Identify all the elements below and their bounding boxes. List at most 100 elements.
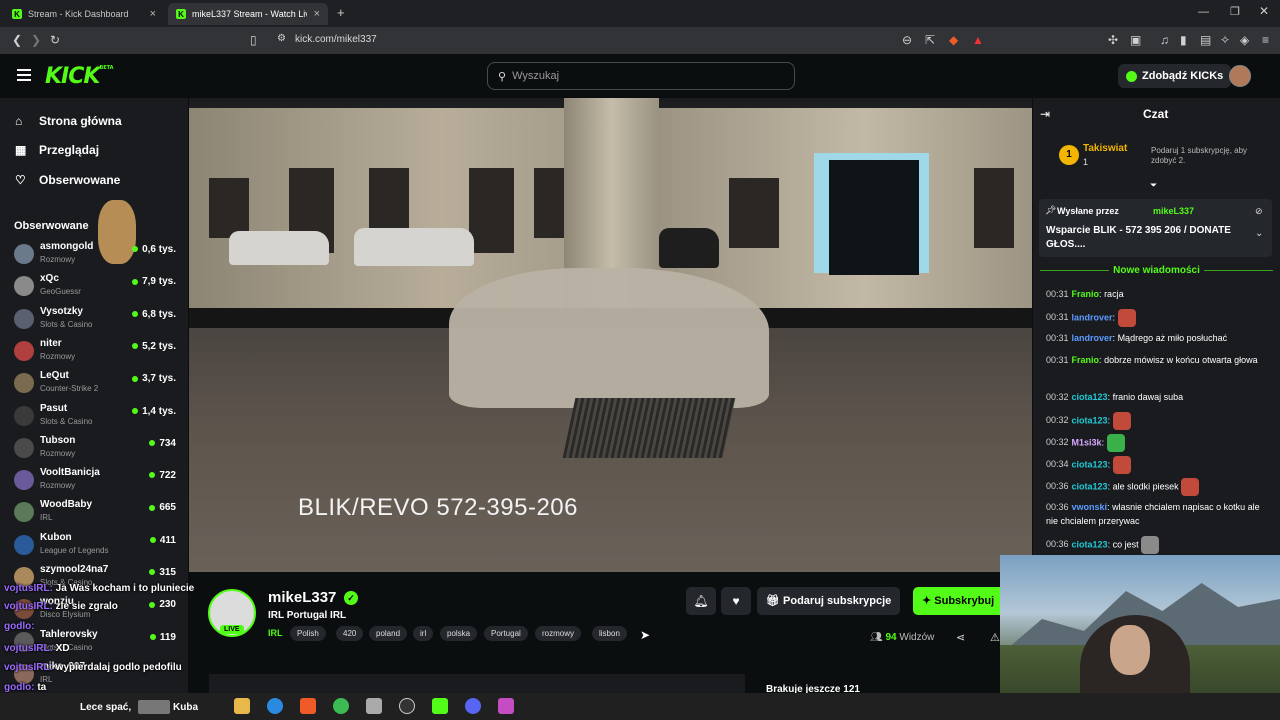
stream-tag[interactable]: irl bbox=[413, 626, 434, 641]
taskbar-item[interactable]: Kuba bbox=[173, 702, 198, 713]
app-icon[interactable] bbox=[366, 698, 382, 714]
search-input[interactable]: ⚲ Wyszukaj bbox=[487, 62, 795, 90]
tab-title: Stream - Kick Dashboard bbox=[28, 9, 129, 19]
followed-channel[interactable]: Tubson Rozmowy 734 bbox=[14, 435, 179, 465]
reload-icon[interactable]: ↻ bbox=[50, 33, 60, 47]
followed-channel[interactable]: Vysotzky Slots & Casino 6,8 tys. bbox=[14, 306, 179, 336]
vpn-icon[interactable]: ◈ bbox=[1240, 33, 1249, 47]
notifications-bell-icon[interactable]: 🔔︎ bbox=[686, 587, 716, 615]
stream-tag[interactable]: Polish bbox=[290, 626, 326, 641]
share-icon[interactable]: ⋖ bbox=[956, 631, 965, 644]
message-user[interactable]: Franio bbox=[1072, 355, 1100, 365]
user-avatar[interactable] bbox=[1229, 65, 1251, 87]
app-icon[interactable] bbox=[498, 698, 514, 714]
brave-icon[interactable] bbox=[300, 698, 316, 714]
overlay-text: wypierdalaj godlo pedofilu bbox=[55, 662, 182, 673]
streamer-name[interactable]: mikeL337 bbox=[268, 589, 336, 606]
tab-kick-dashboard[interactable]: K Stream - Kick Dashboard × bbox=[4, 3, 164, 25]
followed-channel[interactable]: xQc GeoGuessr 7,9 tys. bbox=[14, 273, 179, 303]
stream-tag[interactable]: Portugal bbox=[484, 626, 528, 641]
stream-tag[interactable]: rozmowy bbox=[535, 626, 582, 641]
kick-app-icon[interactable] bbox=[432, 698, 448, 714]
video-overlay-text: BLIK/REVO 572-395-206 bbox=[298, 494, 578, 521]
zoom-icon[interactable]: ⊖ bbox=[902, 33, 912, 47]
star-icon: ✦ bbox=[922, 595, 935, 607]
followed-channel[interactable]: Kubon League of Legends 411 bbox=[14, 532, 179, 562]
bookmark-icon[interactable]: ▯ bbox=[250, 33, 257, 47]
wallet-icon[interactable]: ▤ bbox=[1200, 33, 1211, 47]
screenshot-icon[interactable]: ▣ bbox=[1130, 33, 1141, 47]
nav-home[interactable]: ⌂ Strona główna bbox=[15, 114, 122, 128]
hamburger-menu-icon[interactable] bbox=[17, 69, 31, 81]
url-bar[interactable]: kick.com/mikel337 bbox=[295, 34, 377, 45]
extensions-icon[interactable]: ✣ bbox=[1108, 33, 1118, 47]
close-tab-icon[interactable]: × bbox=[314, 8, 320, 20]
followed-channel[interactable]: VooltBanicja Rozmowy 722 bbox=[14, 467, 179, 497]
video-player[interactable]: BLIK/REVO 572-395-206 bbox=[189, 98, 1032, 572]
tab-mikel337-stream[interactable]: K mikeL337 Stream - Watch Liv × bbox=[168, 3, 328, 25]
subscribe-button[interactable]: ✦ Subskrybuj bbox=[913, 587, 1000, 615]
message-user[interactable]: ciota123 bbox=[1072, 459, 1108, 469]
forward-icon[interactable]: ❯ bbox=[31, 33, 41, 47]
message-user[interactable]: ciota123 bbox=[1072, 415, 1108, 425]
media-icon[interactable]: ♫ bbox=[1160, 33, 1169, 47]
channel-avatar bbox=[14, 405, 34, 426]
gifter-name[interactable]: Takiswiat bbox=[1083, 143, 1127, 154]
gift-hint[interactable]: Podaruj 1 subskrypcję, aby zdobyć 2. bbox=[1151, 146, 1251, 166]
gift-subscription-button[interactable]: 🎁︎ Podaruj subskrypcje bbox=[757, 587, 901, 615]
message-user[interactable]: landrover bbox=[1072, 312, 1113, 322]
new-tab-button[interactable]: + bbox=[337, 5, 345, 20]
edge-icon[interactable] bbox=[267, 698, 283, 714]
leo-icon[interactable]: ✧ bbox=[1220, 33, 1230, 47]
message-user[interactable]: M1si3k bbox=[1072, 437, 1102, 447]
message-user[interactable]: landrover bbox=[1072, 333, 1113, 343]
followed-channel[interactable]: niter Rozmowy 5,2 tys. bbox=[14, 338, 179, 368]
chrome-icon[interactable] bbox=[333, 698, 349, 714]
message-user[interactable]: ciota123 bbox=[1072, 392, 1108, 402]
close-tab-icon[interactable]: × bbox=[150, 8, 156, 20]
report-icon[interactable]: ⚠ bbox=[990, 631, 1000, 644]
minimize-icon[interactable]: — bbox=[1198, 6, 1209, 18]
scroll-down-icon[interactable]: ⏷ bbox=[1150, 180, 1157, 191]
new-messages-divider[interactable]: Nowe wiadomości bbox=[1040, 265, 1273, 276]
channel-name: Vysotzky bbox=[40, 305, 83, 317]
collapse-chat-icon[interactable]: ⇥ bbox=[1040, 107, 1050, 121]
restore-icon[interactable]: ❐ bbox=[1230, 5, 1240, 18]
followed-channel[interactable]: Pasut Slots & Casino 1,4 tys. bbox=[14, 403, 179, 433]
get-kicks-button[interactable]: Zdobądź KICKs bbox=[1118, 64, 1232, 88]
stream-category[interactable]: IRL bbox=[268, 628, 283, 638]
message-user[interactable]: Franio bbox=[1072, 289, 1100, 299]
menu-icon[interactable]: ≡ bbox=[1262, 33, 1269, 47]
stream-tag[interactable]: polska bbox=[440, 626, 478, 641]
followed-section-title: Obserwowane bbox=[14, 220, 89, 232]
brave-shield-icon[interactable]: ◆ bbox=[949, 33, 958, 47]
follow-heart-icon[interactable]: ♥ bbox=[721, 587, 751, 615]
sidebar-toggle-icon[interactable]: ▮ bbox=[1180, 33, 1187, 47]
taskbar-item[interactable]: Lece spać, bbox=[80, 702, 131, 713]
followed-channel[interactable]: asmongold Rozmowy 0,6 tys. bbox=[14, 241, 179, 271]
site-info-icon[interactable]: ⚙ bbox=[277, 33, 286, 44]
stream-tag[interactable]: 420 bbox=[336, 626, 364, 641]
followed-channel[interactable]: LeQut Counter-Strike 2 3,7 tys. bbox=[14, 370, 179, 400]
message-user[interactable]: vwonski bbox=[1072, 502, 1108, 512]
message-user[interactable]: ciota123 bbox=[1072, 539, 1108, 549]
taskbar-thumbnail[interactable] bbox=[138, 700, 170, 714]
pinned-user[interactable]: mikeL337 bbox=[1153, 206, 1194, 216]
discord-icon[interactable] bbox=[465, 698, 481, 714]
share-page-icon[interactable]: ⇱ bbox=[925, 33, 935, 47]
obs-icon[interactable] bbox=[399, 698, 415, 714]
followed-channel[interactable]: WoodBaby IRL 665 bbox=[14, 499, 179, 529]
nav-browse[interactable]: ▦ Przeglądaj bbox=[15, 143, 99, 157]
stream-tag[interactable]: lisbon bbox=[592, 626, 627, 641]
hide-pin-icon[interactable]: ⊘ bbox=[1255, 206, 1263, 217]
close-icon[interactable]: ✕ bbox=[1259, 4, 1269, 18]
channel-avatar bbox=[14, 373, 34, 394]
nav-following[interactable]: ♡ Obserwowane bbox=[15, 173, 120, 187]
expand-pin-icon[interactable]: ⌄ bbox=[1255, 228, 1263, 239]
kick-logo[interactable]: KICKBETA bbox=[45, 64, 114, 89]
file-explorer-icon[interactable] bbox=[234, 698, 250, 714]
back-icon[interactable]: ❮ bbox=[12, 33, 22, 47]
message-user[interactable]: ciota123 bbox=[1072, 481, 1108, 491]
stream-tag[interactable]: poland bbox=[369, 626, 408, 641]
rewards-icon[interactable]: ▲ bbox=[972, 33, 984, 47]
